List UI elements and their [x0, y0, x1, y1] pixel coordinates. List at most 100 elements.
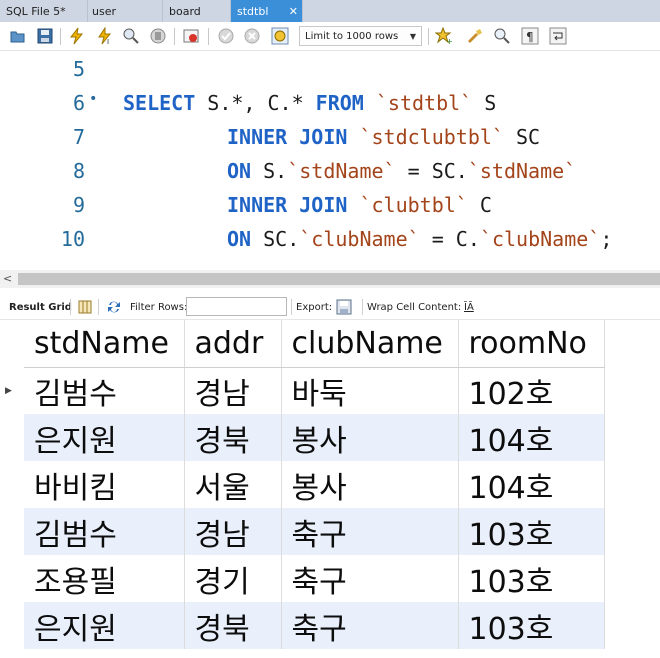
table-cell[interactable]: 은지원 [24, 414, 185, 461]
beautify-icon[interactable] [466, 27, 484, 45]
column-header-addr[interactable]: addr [184, 320, 282, 368]
code-text: INNER JOIN `stdclubtbl` SC [227, 125, 541, 149]
table-row[interactable]: 김범수 경남 축구 103호 [24, 508, 605, 555]
grid-view-icon[interactable] [78, 300, 92, 314]
table-cell[interactable]: 103호 [458, 555, 605, 602]
table-row[interactable]: 바비킴 서울 봉사 104호 [24, 461, 605, 508]
line-number: 9 [72, 193, 85, 217]
editor-line: 10 ON SC.`clubName` = C.`clubName`; [0, 227, 660, 261]
result-grid: ▶ stdName addr clubName roomNo 김범수 경남 바둑… [0, 320, 660, 658]
sql-editor-toolbar: I Limit to 1000 rows ▼ + ¶ [0, 22, 660, 51]
table-cell[interactable]: 경남 [184, 508, 282, 555]
wrap-cell-toggle-icon[interactable]: ĪĀ [464, 302, 474, 313]
result-grid-tab[interactable]: Result Grid [9, 302, 72, 313]
tab-label: stdtbl [237, 4, 269, 18]
column-header-roomno[interactable]: roomNo [458, 320, 605, 368]
table-row[interactable]: 은지원 경북 축구 103호 [24, 602, 605, 649]
chevron-down-icon: ▼ [409, 31, 416, 41]
tab-board[interactable]: board [163, 0, 231, 22]
rollback-icon[interactable] [243, 27, 261, 45]
tab-label: board [169, 4, 201, 18]
table-cell[interactable]: 김범수 [24, 508, 185, 555]
code-text: ON S.`stdName` = SC.`stdName` [227, 159, 577, 183]
filter-rows-input[interactable] [186, 297, 287, 316]
snippet-icon[interactable]: + [435, 27, 453, 45]
row-header-gutter [0, 320, 24, 658]
table-cell[interactable]: 봉사 [281, 414, 459, 461]
table-cell[interactable]: 104호 [458, 414, 605, 461]
table-row[interactable]: 김범수 경남 바둑 102호 [24, 367, 605, 414]
table-cell[interactable]: 104호 [458, 461, 605, 508]
table-cell[interactable]: 서울 [184, 461, 282, 508]
wrap-icon[interactable] [549, 27, 567, 45]
stop-icon[interactable] [149, 27, 167, 45]
editor-line: 7 INNER JOIN `stdclubtbl` SC [0, 125, 660, 159]
scroll-left-icon[interactable]: < [3, 272, 12, 285]
tab-label: SQL File 5* [6, 4, 66, 18]
table-cell[interactable]: 경북 [184, 414, 282, 461]
column-header-clubname[interactable]: clubName [281, 320, 459, 368]
scrollbar-thumb[interactable] [18, 273, 660, 285]
table-cell[interactable]: 조용필 [24, 555, 185, 602]
execute-icon[interactable] [68, 27, 86, 45]
refresh-icon[interactable] [106, 300, 122, 314]
limit-rows-value: Limit to 1000 rows [305, 30, 399, 42]
svg-text:I: I [107, 38, 109, 45]
table-cell[interactable]: 103호 [458, 602, 605, 649]
current-row-pointer-icon: ▶ [5, 386, 12, 396]
column-header-stdname[interactable]: stdName [24, 320, 185, 368]
editor-line: 8 ON S.`stdName` = SC.`stdName` [0, 159, 660, 193]
table-cell[interactable]: 경남 [184, 367, 282, 414]
export-label: Export: [296, 302, 333, 313]
table-cell[interactable]: 은지원 [24, 602, 185, 649]
invisible-chars-icon[interactable]: ¶ [521, 27, 539, 45]
limit-rows-select[interactable]: Limit to 1000 rows ▼ [299, 26, 422, 46]
table-cell[interactable]: 경기 [184, 555, 282, 602]
save-icon[interactable] [36, 27, 54, 45]
tab-user[interactable]: user [88, 0, 163, 22]
line-number: 8 [72, 159, 85, 183]
close-tab-icon[interactable]: ✕ [289, 5, 298, 18]
editor-horizontal-scrollbar[interactable]: < [0, 270, 660, 288]
table-row[interactable]: 조용필 경기 축구 103호 [24, 555, 605, 602]
table-cell[interactable]: 102호 [458, 367, 605, 414]
result-grid-toolbar: Result Grid Filter Rows: Export: Wrap Ce… [0, 294, 660, 320]
tab-sql-file-5[interactable]: SQL File 5* [0, 0, 88, 22]
sql-editor[interactable]: 5 6 • SELECT S.*, C.* FROM `stdtbl` S 7 … [0, 52, 660, 270]
editor-tab-bar: SQL File 5* user board stdtbl ✕ [0, 0, 660, 22]
folder-open-icon[interactable] [9, 27, 27, 45]
commit-icon[interactable] [217, 27, 235, 45]
table-cell[interactable]: 바둑 [281, 367, 459, 414]
editor-line: 5 [0, 57, 660, 91]
autocommit-icon[interactable] [271, 27, 289, 45]
table-cell[interactable]: 103호 [458, 508, 605, 555]
svg-text:¶: ¶ [526, 30, 534, 44]
line-number: 10 [60, 227, 85, 251]
table-header-row: stdName addr clubName roomNo [24, 320, 605, 368]
table-cell[interactable]: 경북 [184, 602, 282, 649]
table-cell[interactable]: 봉사 [281, 461, 459, 508]
code-text: SELECT S.*, C.* FROM `stdtbl` S [123, 91, 497, 115]
line-number: 6 [72, 91, 85, 115]
explain-icon[interactable] [122, 27, 140, 45]
toggle-error-icon[interactable] [182, 27, 200, 45]
tab-stdtbl[interactable]: stdtbl ✕ [231, 0, 303, 22]
table-cell[interactable]: 바비킴 [24, 461, 185, 508]
line-number: 5 [72, 57, 85, 81]
table-cell[interactable]: 축구 [281, 602, 459, 649]
find-icon[interactable] [493, 27, 511, 45]
table-cell[interactable]: 축구 [281, 508, 459, 555]
statement-marker-icon: • [89, 91, 98, 107]
editor-line: 6 • SELECT S.*, C.* FROM `stdtbl` S [0, 91, 660, 125]
tab-label: user [92, 4, 116, 18]
editor-line: 9 INNER JOIN `clubtbl` C [0, 193, 660, 227]
table-cell[interactable]: 축구 [281, 555, 459, 602]
wrap-cell-content-label: Wrap Cell Content: [367, 302, 462, 313]
filter-rows-label: Filter Rows: [130, 302, 188, 313]
line-number: 7 [72, 125, 85, 149]
table-row[interactable]: 은지원 경북 봉사 104호 [24, 414, 605, 461]
execute-current-icon[interactable]: I [96, 27, 114, 45]
code-text: INNER JOIN `clubtbl` C [227, 193, 492, 217]
export-icon[interactable] [336, 299, 352, 315]
table-cell[interactable]: 김범수 [24, 367, 185, 414]
